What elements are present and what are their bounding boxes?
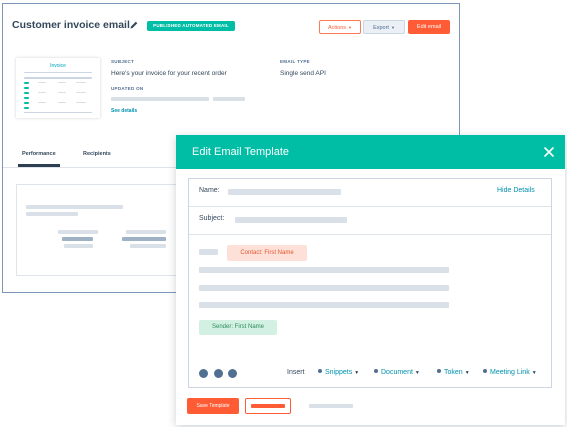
insert-snippets-label: Snippets [325, 369, 353, 376]
updated-on-label: UPDATED ON [111, 86, 144, 91]
save-template-button[interactable]: Save Template [187, 398, 239, 414]
modal-title: Edit Email Template [192, 146, 290, 158]
page-title: Customer invoice email [12, 19, 130, 31]
hide-details-link[interactable]: Hide Details [497, 187, 535, 194]
actions-button-label: Actions [327, 25, 347, 31]
caret-down-icon: ▼ [531, 370, 537, 376]
more-dot-icon[interactable] [214, 369, 223, 378]
bullet-icon [318, 369, 322, 374]
caret-down-icon: ▼ [348, 25, 352, 30]
secondary-button[interactable] [245, 398, 291, 414]
caret-down-icon: ▼ [414, 370, 420, 376]
insert-document-label: Document [381, 369, 413, 376]
bullet-icon [374, 369, 378, 374]
email-type-value: Single send API [280, 70, 326, 77]
see-details-link[interactable]: See details [111, 108, 137, 114]
close-icon[interactable] [543, 146, 555, 158]
thumbnail-title: Invoice [50, 63, 66, 69]
insert-snippets[interactable]: Snippets ▼ [318, 369, 359, 376]
bullet-icon [483, 369, 487, 374]
tab-performance[interactable]: Performance [22, 151, 56, 157]
subject-label: Subject: [199, 215, 225, 222]
more-dot-icon[interactable] [228, 369, 237, 378]
insert-meeting-link-label: Meeting Link [490, 369, 530, 376]
template-form: Name: Hide Details Subject: Contact: Fir… [188, 178, 552, 388]
caret-down-icon: ▼ [390, 25, 395, 30]
status-badge: PUBLISHED AUTOMATED EMAIL [147, 21, 235, 31]
actions-button[interactable]: Actions ▼ [319, 20, 361, 34]
edit-email-button[interactable]: Edit email [408, 20, 450, 34]
updated-on-time [213, 97, 245, 101]
insert-token[interactable]: Token ▼ [437, 369, 470, 376]
caret-down-icon: ▼ [464, 370, 470, 376]
caret-down-icon: ▼ [354, 370, 360, 376]
edit-email-template-modal: Edit Email Template Name: Hide Details S… [176, 135, 565, 425]
export-button-label: Export [373, 25, 389, 31]
updated-on-value [111, 97, 209, 101]
sender-first-name-token[interactable]: Sender: First Name [199, 320, 277, 335]
insert-meeting-link[interactable]: Meeting Link ▼ [483, 369, 537, 376]
name-label: Name: [199, 187, 220, 194]
more-dot-icon[interactable] [199, 369, 208, 378]
cancel-link[interactable] [309, 404, 353, 408]
export-button[interactable]: Export ▼ [363, 20, 405, 34]
bullet-icon [437, 369, 441, 374]
subject-input[interactable] [235, 217, 347, 223]
tab-recipients[interactable]: Recipients [83, 151, 111, 157]
subject-value: Here's your invoice for your recent orde… [111, 70, 227, 77]
email-type-label: EMAIL TYPE [280, 59, 310, 64]
name-input[interactable] [228, 189, 341, 195]
email-thumbnail[interactable]: Invoice [16, 58, 100, 118]
pencil-icon[interactable] [129, 20, 139, 30]
insert-token-label: Token [444, 369, 463, 376]
insert-label: Insert [287, 369, 305, 376]
insert-document[interactable]: Document ▼ [374, 369, 420, 376]
subject-label: SUBJECT [111, 59, 135, 64]
contact-first-name-token[interactable]: Contact: First Name [227, 245, 307, 261]
